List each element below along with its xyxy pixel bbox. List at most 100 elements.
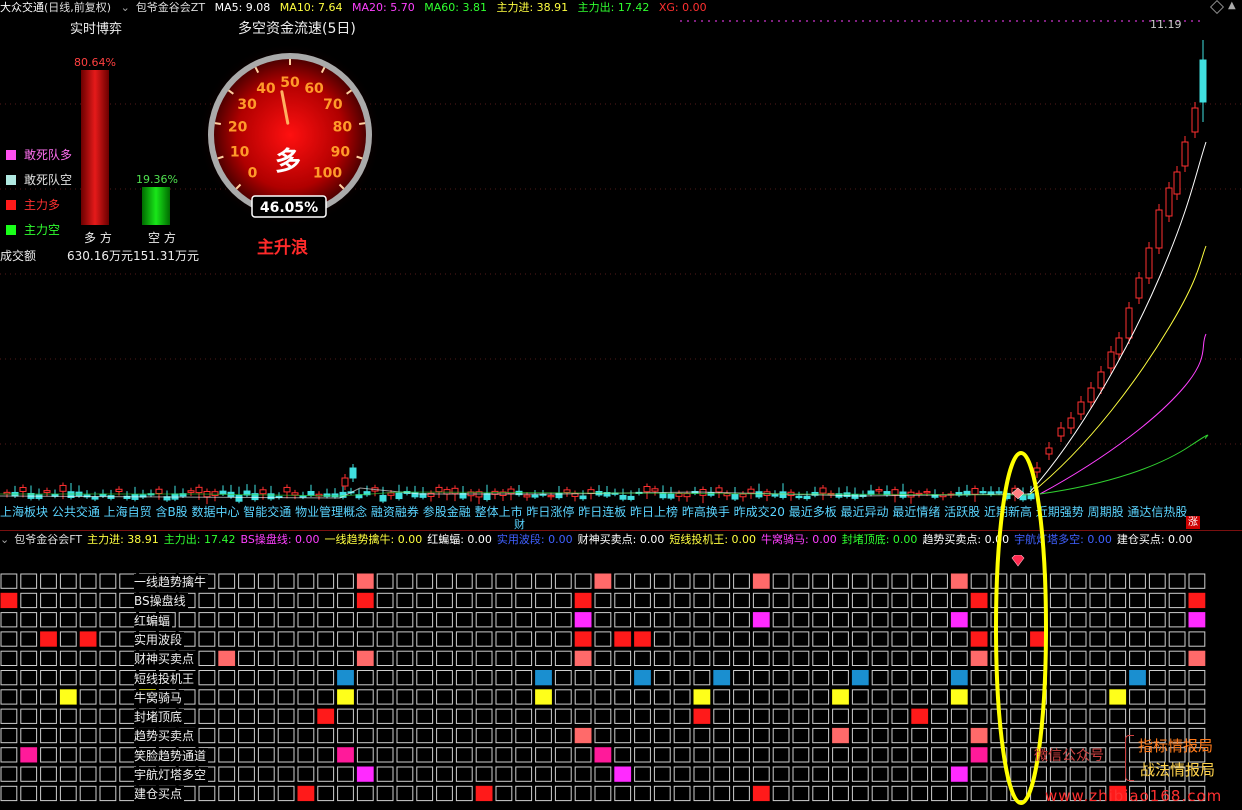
- signal-cell: [1030, 708, 1047, 724]
- signal-cell: [495, 727, 513, 744]
- gauge-percent: 46.05%: [260, 200, 318, 216]
- signal-cell: [277, 689, 295, 705]
- signal-cell: [198, 689, 216, 705]
- gauge-tick-label: 80: [333, 120, 353, 136]
- signal-cell-active: [950, 689, 968, 705]
- signal-cell: [1129, 573, 1146, 589]
- signal-cell: [396, 747, 414, 763]
- bull-label: 多 方: [84, 231, 112, 245]
- signal-cell: [376, 708, 394, 724]
- signal-cell: [1129, 689, 1146, 705]
- signal-cell: [653, 727, 671, 744]
- signal-cell: [772, 573, 790, 589]
- signal-cell: [515, 727, 533, 744]
- signal-cell: [475, 631, 493, 647]
- signal-cell-active: [970, 747, 988, 763]
- signal-cell: [673, 785, 691, 802]
- indicator-dropdown-icon[interactable]: ⌄: [0, 533, 9, 546]
- ma20-line: [1039, 333, 1207, 495]
- main-out-readout: 主力出: 17.42: [577, 1, 650, 14]
- signal-cell: [1188, 573, 1206, 589]
- panel-divider[interactable]: [0, 530, 1242, 531]
- signal-cell: [1129, 650, 1146, 666]
- signal-cell: [851, 573, 869, 589]
- gauge-tick-label: 70: [323, 97, 343, 113]
- signal-cell: [495, 573, 513, 589]
- volume-label: 成交额: [0, 249, 37, 263]
- signal-cell: [218, 592, 236, 609]
- candle: [531, 490, 539, 500]
- signal-cell: [218, 747, 236, 763]
- indicator-name[interactable]: 包爷金谷会ZT: [136, 1, 205, 14]
- chart-period[interactable]: (日线,前复权): [44, 1, 111, 14]
- signal-cell: [772, 766, 790, 782]
- legend-item: 主力多: [6, 196, 60, 213]
- signal-cell: [832, 670, 849, 686]
- signal-cell: [1148, 631, 1166, 647]
- signal-cell: [297, 727, 315, 744]
- indicator-readout: 宇航灯塔多空: 0.00: [1014, 533, 1112, 546]
- signal-cell: [812, 689, 830, 705]
- candle: [1097, 366, 1105, 394]
- bear-percent: 19.36%: [136, 173, 178, 186]
- minimize-icon[interactable]: ▲: [1228, 0, 1236, 11]
- signal-cell: [238, 785, 255, 802]
- signal-cell: [911, 727, 929, 744]
- bull-amount: 630.16万元: [67, 249, 133, 263]
- signal-cell: [851, 650, 869, 666]
- candle: [349, 464, 357, 482]
- signal-cell-active: [574, 631, 592, 647]
- realtime-title: 实时博弈: [70, 22, 123, 37]
- stock-name[interactable]: 大众交通: [0, 1, 44, 14]
- indicator-readout[interactable]: 包爷金谷会FT: [14, 533, 82, 546]
- signal-cell: [713, 573, 731, 589]
- signal-cell: [733, 708, 750, 724]
- signal-cell-active: [950, 573, 968, 589]
- signal-cell: [40, 747, 57, 763]
- signal-cell: [1069, 766, 1087, 782]
- candle: [1057, 422, 1065, 442]
- candle: [67, 482, 75, 500]
- signal-cell: [495, 670, 513, 686]
- signal-cell: [574, 708, 592, 724]
- signal-cell: [1030, 766, 1047, 782]
- signal-cell: [713, 785, 731, 802]
- signal-cell: [99, 708, 117, 724]
- signal-cell: [851, 766, 869, 782]
- signal-cell: [713, 612, 731, 628]
- ma10-readout: MA10: 7.64: [279, 1, 343, 14]
- signal-cell: [396, 573, 414, 589]
- signal-cell: [436, 766, 453, 782]
- candle: [723, 490, 731, 501]
- signal-cell: [535, 612, 552, 628]
- indicator-readout: 趋势买卖点: 0.00: [922, 533, 1010, 546]
- signal-cell: [59, 592, 77, 609]
- signal-cell: [79, 766, 97, 782]
- signal-cell: [416, 592, 434, 609]
- price-chart[interactable]: 11.19: [0, 16, 1242, 530]
- signal-cell: [1109, 766, 1127, 782]
- indicator-dropdown-icon[interactable]: ⌄: [121, 1, 130, 14]
- signal-cell: [990, 670, 1008, 686]
- limit-up-mark[interactable]: 涨: [1186, 516, 1200, 529]
- signal-cell: [871, 727, 889, 744]
- signal-cell: [594, 631, 612, 647]
- signal-cell-active: [693, 689, 711, 705]
- signal-cell-active: [535, 689, 552, 705]
- signal-cell: [238, 592, 255, 609]
- candle: [1181, 136, 1189, 172]
- signal-cell: [515, 747, 533, 763]
- signal-cell: [792, 573, 810, 589]
- signal-cell: [376, 670, 394, 686]
- candle: [803, 491, 811, 501]
- candle: [619, 488, 627, 502]
- signal-cell: [634, 612, 651, 628]
- signal-cell: [59, 708, 77, 724]
- sector-tags[interactable]: 上海板块 公共交通 上海自贸 含B股 数据中心 智能交通 物业管理概念 融资融券…: [0, 503, 1242, 519]
- gauge-tick: [214, 122, 222, 126]
- signal-cell: [515, 670, 533, 686]
- gauge-tick-label: 60: [304, 81, 324, 97]
- signal-cell: [950, 631, 968, 647]
- signal-cell: [238, 573, 255, 589]
- signal-cell: [376, 573, 394, 589]
